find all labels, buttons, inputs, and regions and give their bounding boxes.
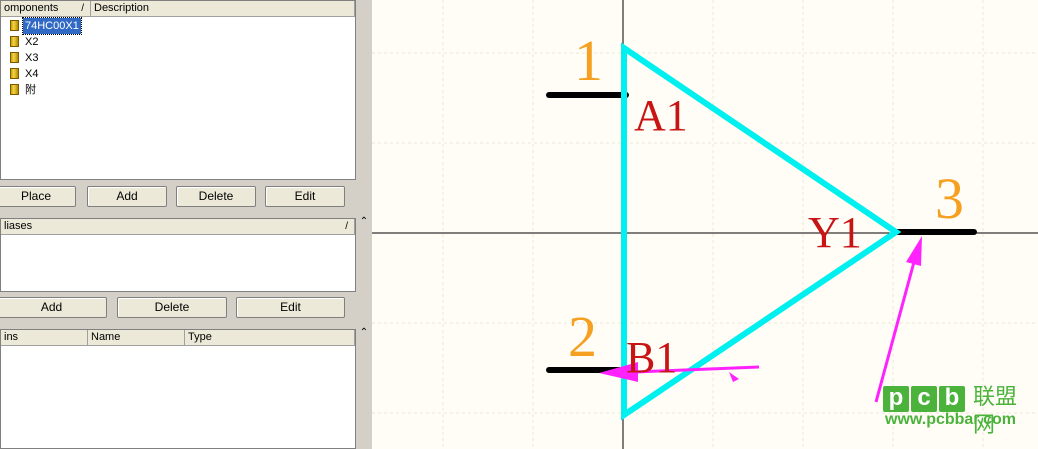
component-row-fu[interactable]: 附: [1, 82, 355, 98]
column-header-name-label: Name: [91, 331, 121, 343]
column-header-aliases[interactable]: liases /: [1, 219, 355, 235]
component-label: X3: [25, 52, 39, 64]
pin-1-number: 1: [574, 28, 603, 93]
aliases-list[interactable]: liases /: [0, 218, 356, 292]
component-row-x2[interactable]: X2: [1, 34, 355, 50]
component-row-x4[interactable]: X4: [1, 66, 355, 82]
column-header-aliases-label: liases: [4, 220, 33, 232]
column-header-description-label: Description: [94, 2, 150, 14]
component-icon: [10, 68, 19, 79]
watermark-url: www.pcbbar.com: [885, 411, 1016, 428]
column-header-components[interactable]: omponents /: [1, 1, 91, 17]
components-list[interactable]: omponents / Description 74HC00X1 X2 X3 X…: [0, 0, 356, 180]
component-icon: [10, 20, 19, 31]
component-row-x3[interactable]: X3: [1, 50, 355, 66]
watermark-letter-b: b: [939, 386, 965, 412]
library-panel: omponents / Description 74HC00X1 X2 X3 X…: [0, 0, 372, 449]
edit-component-button[interactable]: Edit: [265, 186, 345, 207]
column-header-name[interactable]: Name: [88, 330, 185, 346]
place-button[interactable]: Place: [0, 186, 76, 207]
column-header-description[interactable]: Description: [91, 1, 355, 17]
column-header-pins[interactable]: ins: [1, 330, 88, 346]
component-icon: [10, 52, 19, 63]
column-header-components-label: omponents: [4, 2, 59, 14]
pin-3-name: Y1: [808, 208, 862, 257]
pins-collapse-icon[interactable]: ⌃: [357, 327, 371, 339]
component-label: 附: [25, 84, 36, 96]
component-icon: [10, 84, 19, 95]
annotation-arrow-up: [874, 236, 922, 403]
sort-indicator-icon: /: [81, 3, 84, 14]
pcbbar-watermark: p c b 联盟网 www.pcbbar.com: [877, 380, 1038, 449]
component-row-74hc00x1[interactable]: 74HC00X1: [1, 17, 355, 35]
component-label: 74HC00X1: [22, 17, 82, 35]
delete-alias-button[interactable]: Delete: [117, 297, 227, 318]
column-header-pins-label: ins: [4, 331, 19, 343]
delete-component-button[interactable]: Delete: [176, 186, 256, 207]
pins-list[interactable]: ins Name Type: [0, 329, 356, 449]
watermark-letter-c: c: [911, 386, 937, 412]
component-label: X2: [25, 36, 39, 48]
component-icon: [10, 36, 19, 47]
component-label: X4: [25, 68, 39, 80]
column-header-type[interactable]: Type: [185, 330, 355, 346]
pin-2-name: B1: [626, 333, 678, 382]
add-component-button[interactable]: Add: [87, 186, 167, 207]
column-header-type-label: Type: [188, 331, 212, 343]
pin-3-number: 3: [935, 166, 964, 231]
add-alias-button[interactable]: Add: [0, 297, 107, 318]
edit-alias-button[interactable]: Edit: [236, 297, 345, 318]
watermark-letter-p: p: [883, 386, 909, 412]
sort-indicator-icon: /: [345, 221, 348, 232]
pin-2-number: 2: [568, 304, 597, 369]
pin-1-name: A1: [634, 91, 688, 140]
aliases-collapse-icon[interactable]: ⌃: [357, 216, 371, 228]
